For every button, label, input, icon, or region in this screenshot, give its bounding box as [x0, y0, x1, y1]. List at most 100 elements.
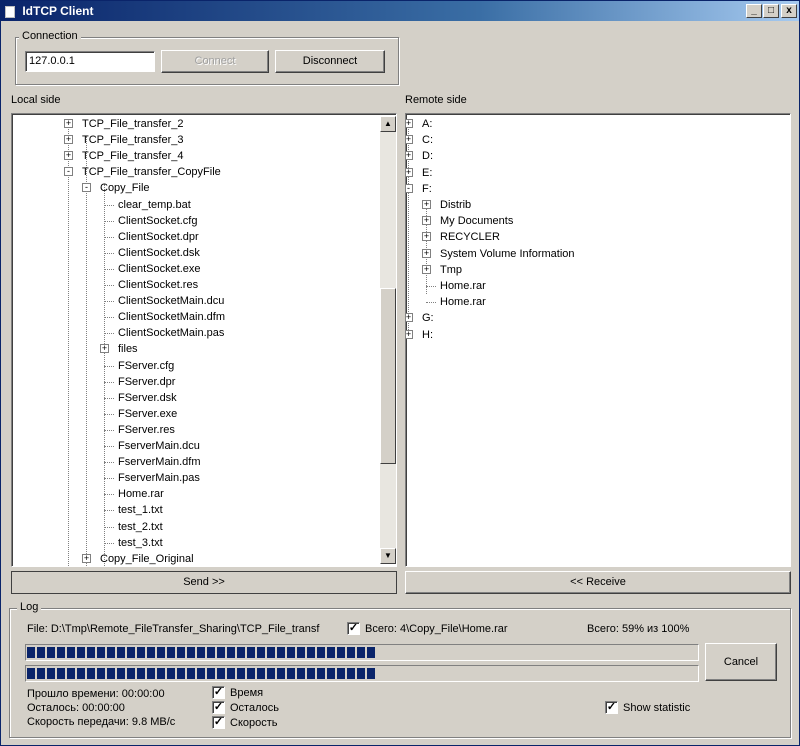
- tree-expander[interactable]: -: [82, 183, 91, 193]
- total-progress-text: Всего: 59% из 100%: [587, 623, 690, 635]
- tree-expander[interactable]: -: [406, 183, 413, 193]
- local-tree-node[interactable]: test_1.txt: [118, 502, 163, 518]
- tree-expander[interactable]: +: [406, 151, 413, 161]
- remote-tree-node[interactable]: Tmp: [440, 262, 462, 278]
- local-tree-node[interactable]: files: [118, 341, 138, 357]
- local-tree-node[interactable]: Home.rar: [118, 486, 164, 502]
- tree-expander[interactable]: +: [422, 200, 431, 209]
- tree-connector: [104, 285, 114, 286]
- total-file-text: Всего: 4\Copy_File\Home.rar: [365, 623, 508, 635]
- connect-button[interactable]: Connect: [161, 50, 269, 73]
- tree-expander[interactable]: +: [422, 216, 431, 226]
- remote-tree[interactable]: + A: + C: + D: + E: - F: + Distrib + My Documents + REC…: [405, 113, 791, 567]
- tree-expander[interactable]: +: [422, 248, 431, 258]
- tree-expander[interactable]: +: [82, 553, 91, 563]
- tree-connector: [426, 200, 427, 294]
- remote-tree-node[interactable]: E:: [422, 165, 432, 181]
- local-tree-node[interactable]: TCP_File_transfer_2: [82, 116, 184, 132]
- tree-expander[interactable]: +: [422, 232, 431, 242]
- local-tree-node[interactable]: ClientSocket.res: [118, 277, 198, 293]
- local-tree-node[interactable]: TCP_File_transfer_4: [82, 148, 184, 164]
- remote-tree-node[interactable]: My Documents: [440, 213, 513, 229]
- file-progress-fill: [27, 647, 377, 658]
- local-tree-node[interactable]: Copy_File_Original: [100, 551, 194, 566]
- local-tree-node[interactable]: test_2.txt: [118, 519, 163, 535]
- send-button[interactable]: Send >>: [11, 571, 397, 594]
- remote-tree-node[interactable]: A:: [422, 116, 432, 132]
- local-tree-node[interactable]: FServer.dpr: [118, 374, 175, 390]
- speed-checkbox-label: Скорость: [230, 717, 278, 729]
- remote-tree-node[interactable]: RECYCLER: [440, 229, 500, 245]
- local-tree-node[interactable]: FServer.cfg: [118, 358, 174, 374]
- time-checkbox[interactable]: ✓: [212, 686, 225, 699]
- local-tree-node[interactable]: FServer.exe: [118, 406, 177, 422]
- maximize-button[interactable]: □: [763, 4, 779, 18]
- tree-expander[interactable]: +: [100, 344, 109, 354]
- tree-expander[interactable]: +: [64, 119, 73, 128]
- scroll-up-icon[interactable]: ▲: [380, 116, 396, 132]
- scroll-down-icon[interactable]: ▼: [380, 548, 396, 564]
- close-button[interactable]: x: [781, 4, 797, 18]
- remote-tree-node[interactable]: System Volume Information: [440, 246, 575, 262]
- tree-connector: [104, 333, 114, 335]
- speed-checkbox[interactable]: ✓: [212, 716, 225, 729]
- local-tree[interactable]: + TCP_File_transfer_2 + TCP_File_transfer_3…: [11, 113, 397, 567]
- remote-tree-node[interactable]: Home.rar: [440, 278, 486, 294]
- disconnect-button[interactable]: Disconnect: [275, 50, 385, 73]
- local-tree-node[interactable]: Copy_File: [100, 180, 150, 196]
- remote-tree-node[interactable]: Distrib: [440, 197, 471, 213]
- tree-expander[interactable]: +: [64, 151, 73, 161]
- local-tree-node[interactable]: ClientSocket.dpr: [118, 229, 199, 245]
- local-tree-node[interactable]: ClientSocketMain.dfm: [118, 309, 225, 325]
- tree-expander[interactable]: +: [406, 329, 413, 339]
- remote-tree-node[interactable]: Home.rar: [440, 294, 486, 310]
- local-tree-node[interactable]: FserverMain.pas: [118, 470, 200, 486]
- local-tree-node[interactable]: clear_temp.bat: [118, 197, 191, 213]
- tree-expander[interactable]: +: [406, 313, 413, 323]
- remote-tree-node[interactable]: G:: [422, 310, 434, 326]
- local-tree-node[interactable]: ClientSocket.dsk: [118, 245, 200, 261]
- local-tree-node[interactable]: TCP_File_transfer_CopyFile: [82, 164, 221, 180]
- remote-tree-node[interactable]: C:: [422, 132, 433, 148]
- connection-group-label: Connection: [19, 30, 81, 42]
- tree-expander[interactable]: +: [406, 167, 413, 177]
- local-tree-node[interactable]: FServer.dsk: [118, 390, 177, 406]
- remote-tree-node[interactable]: D:: [422, 148, 433, 164]
- remaining-time-text: Осталось: 00:00:00: [27, 702, 125, 714]
- tree-connector: [104, 526, 114, 528]
- tree-connector: [104, 381, 114, 383]
- host-input[interactable]: 127.0.0.1: [25, 51, 155, 72]
- total-progress-fill: [27, 668, 377, 679]
- title-bar[interactable]: IdTCP Client _ □ x: [1, 1, 799, 21]
- local-tree-node[interactable]: FserverMain.dcu: [118, 438, 200, 454]
- tree-connector: [104, 252, 114, 254]
- tree-connector: [104, 542, 114, 544]
- local-tree-scrollbar[interactable]: ▲ ▼: [380, 116, 396, 564]
- local-tree-node[interactable]: ClientSocketMain.dcu: [118, 293, 224, 309]
- local-tree-node[interactable]: ClientSocket.cfg: [118, 213, 197, 229]
- tree-expander[interactable]: +: [64, 135, 73, 145]
- local-tree-node[interactable]: ClientSocketMain.pas: [118, 325, 224, 341]
- local-tree-node[interactable]: FserverMain.dfm: [118, 454, 201, 470]
- remote-tree-node[interactable]: F:: [422, 181, 432, 197]
- cancel-button[interactable]: Cancel: [705, 643, 777, 681]
- remaining-checkbox-label: Осталось: [230, 702, 279, 714]
- total-progress-bar: [25, 665, 699, 682]
- scroll-thumb[interactable]: [380, 288, 396, 464]
- local-tree-node[interactable]: TCP_File_transfer_3: [82, 132, 184, 148]
- file-path-checkbox[interactable]: ✓: [347, 622, 360, 635]
- local-tree-node[interactable]: FServer.res: [118, 422, 175, 438]
- minimize-button[interactable]: _: [746, 4, 762, 18]
- tree-expander[interactable]: -: [64, 167, 73, 177]
- local-tree-node[interactable]: test_3.txt: [118, 535, 163, 551]
- show-statistic-checkbox[interactable]: ✓: [605, 701, 618, 714]
- show-statistic-label: Show statistic: [623, 702, 691, 714]
- receive-button[interactable]: << Receive: [405, 571, 791, 594]
- remaining-checkbox[interactable]: ✓: [212, 701, 225, 714]
- tree-expander[interactable]: +: [422, 264, 431, 274]
- tree-expander[interactable]: +: [406, 135, 413, 145]
- remote-tree-node[interactable]: H:: [422, 327, 433, 343]
- local-side-label: Local side: [11, 94, 61, 106]
- local-tree-node[interactable]: ClientSocket.exe: [118, 261, 201, 277]
- tree-expander[interactable]: +: [406, 119, 413, 128]
